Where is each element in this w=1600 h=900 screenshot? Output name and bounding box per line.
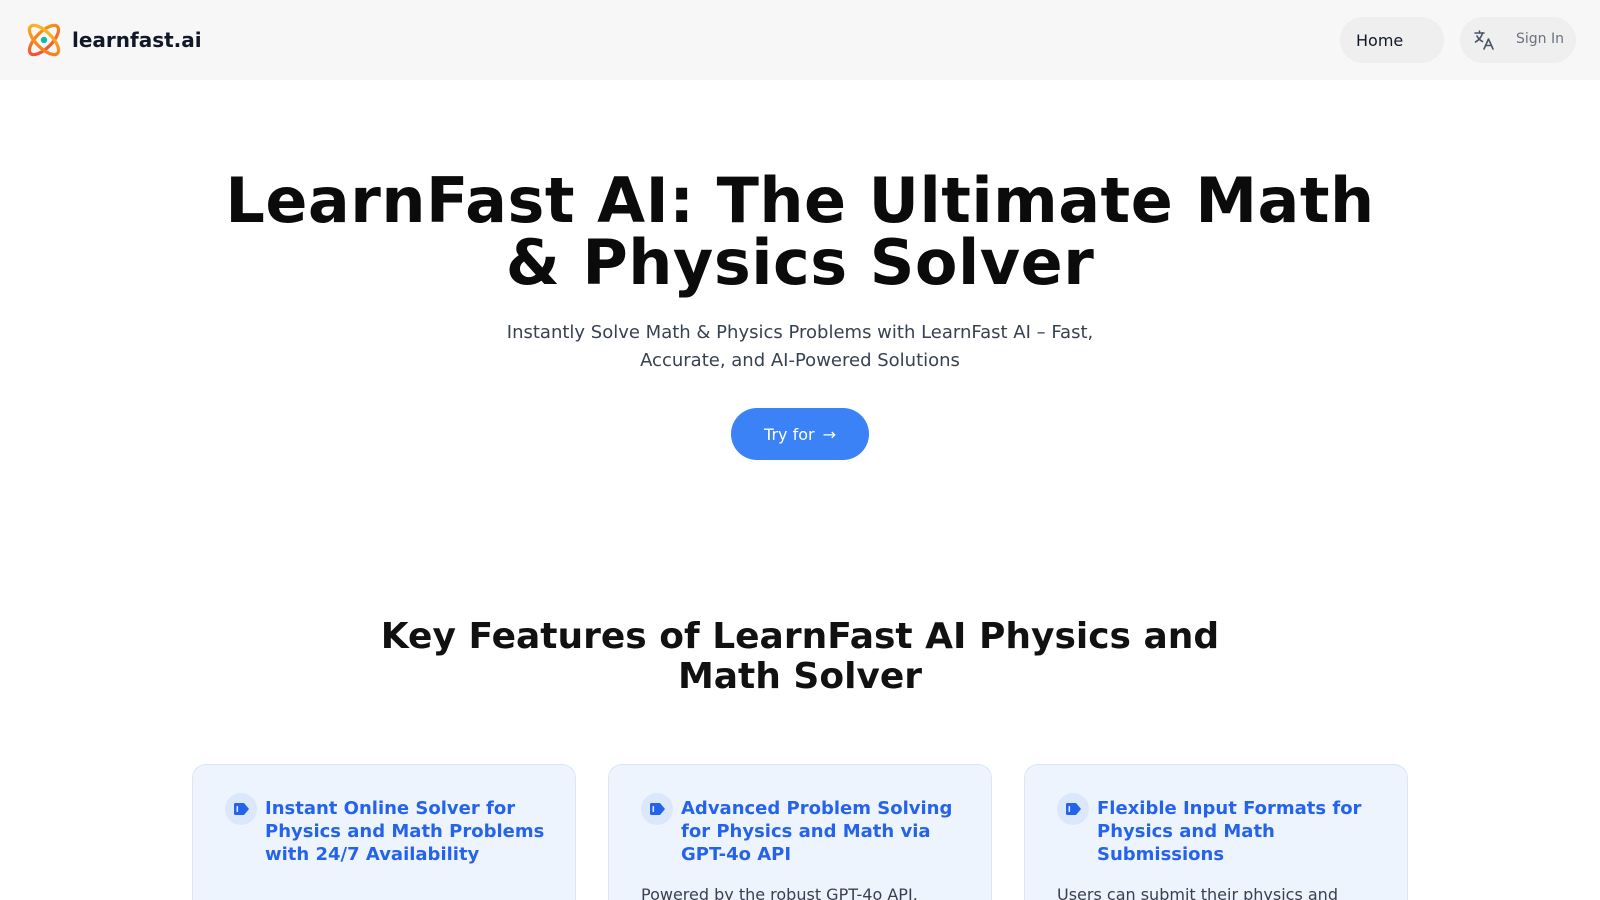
features-heading-line-1: Key Features of LearnFast AI Physics and (380, 616, 1220, 657)
feature-card-title: Instant Online Solver for Physics and Ma… (265, 798, 545, 865)
try-for-button[interactable]: Try for → (731, 408, 869, 460)
arrow-right-icon: → (822, 424, 836, 444)
features-heading-line-2: Math Solver (677, 656, 923, 697)
nav-actions: Sign In (1460, 17, 1576, 63)
brand-name: learnfast.ai (72, 28, 202, 52)
feature-card-body: Powered by the robust GPT-4o API, (641, 885, 918, 900)
tag-icon (225, 793, 257, 825)
feature-card-advanced-solving: Advanced Problem Solving for Physics and… (608, 764, 992, 900)
hero-title: LearnFast AI: The Ultimate Math & Physic… (200, 170, 1400, 294)
tag-icon (641, 793, 673, 825)
atom-logo-icon (24, 20, 64, 60)
feature-card-instant-solver: Instant Online Solver for Physics and Ma… (192, 764, 576, 900)
hero-subtitle: Instantly Solve Math & Physics Problems … (506, 322, 1094, 371)
feature-card-flexible-input: Flexible Input Formats for Physics and M… (1024, 764, 1408, 900)
feature-card-title: Advanced Problem Solving for Physics and… (681, 798, 953, 865)
translate-icon[interactable] (1472, 28, 1496, 52)
feature-card-body: Users can submit their physics and (1057, 885, 1338, 900)
features-heading: Key Features of LearnFast AI Physics and… (300, 617, 1300, 697)
brand-logo-link[interactable]: learnfast.ai (24, 20, 202, 60)
feature-card-title: Flexible Input Formats for Physics and M… (1097, 798, 1362, 865)
nav-home-link[interactable]: Home (1340, 17, 1444, 63)
tag-icon (1057, 793, 1089, 825)
hero-title-line-2: & Physics Solver (505, 226, 1095, 299)
top-navbar: learnfast.ai Home Sign In (0, 0, 1600, 80)
sign-in-link[interactable]: Sign In (1516, 31, 1564, 47)
cta-label: Try for (764, 424, 815, 444)
